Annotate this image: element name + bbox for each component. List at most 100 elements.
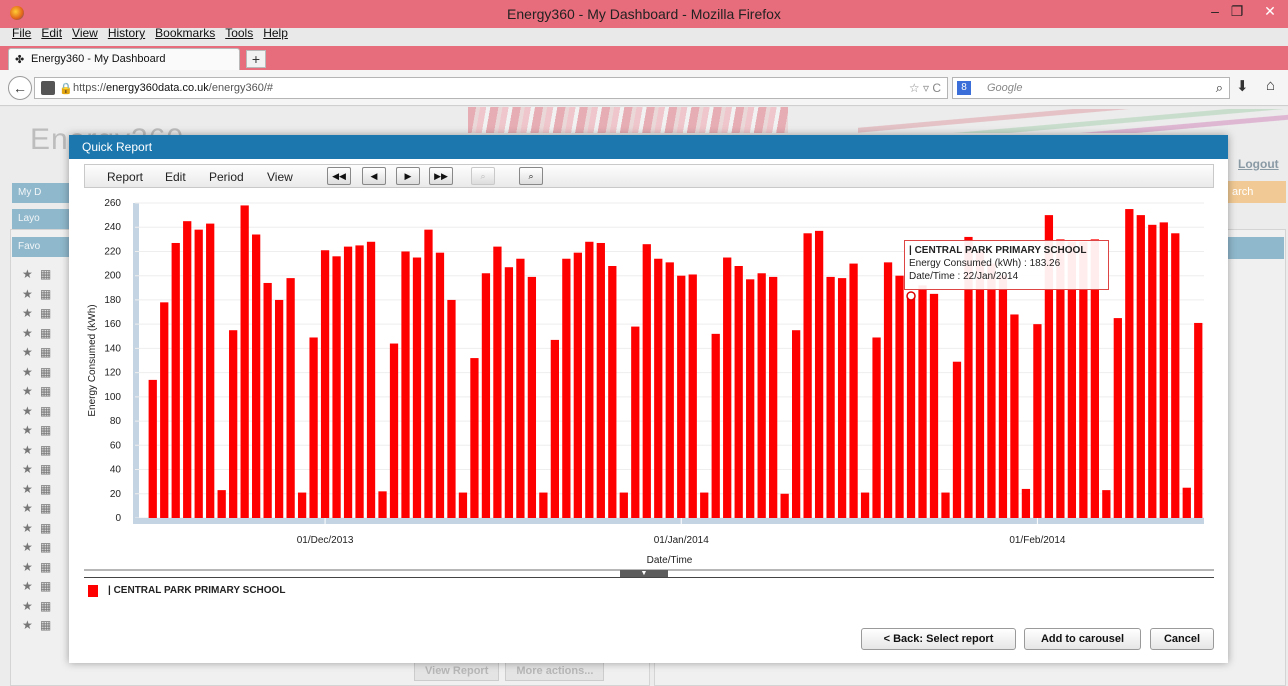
panel-controls[interactable] — [1228, 237, 1284, 259]
list-item[interactable]: ★ ▦ — [22, 618, 72, 638]
menu-report[interactable]: Report — [107, 170, 143, 184]
page-info-icon[interactable] — [41, 81, 55, 95]
bar — [493, 246, 502, 518]
menu-view-report[interactable]: View — [267, 170, 293, 184]
download-icon[interactable]: ⬇ — [1236, 77, 1249, 95]
next-period-icon[interactable]: ▶ — [396, 167, 420, 185]
home-icon[interactable]: ⌂ — [1266, 77, 1275, 94]
bar — [769, 276, 778, 518]
first-period-icon[interactable]: ◀◀ — [327, 167, 351, 185]
window-titlebar: Energy360 - My Dashboard - Mozilla Firef… — [0, 0, 1288, 28]
bar — [619, 492, 628, 518]
bar — [895, 275, 904, 518]
bar — [929, 293, 939, 518]
list-item[interactable]: ★ ▦ — [22, 443, 72, 463]
menu-bookmarks[interactable]: Bookmarks — [155, 26, 215, 40]
bar — [194, 229, 203, 518]
minimize-icon[interactable]: – — [1206, 0, 1224, 22]
menu-tools[interactable]: Tools — [225, 26, 253, 40]
zoom-out-icon[interactable]: ⌕ — [471, 167, 495, 185]
cancel-button[interactable]: Cancel — [1150, 628, 1214, 650]
list-item[interactable]: ★ ▦ — [22, 287, 72, 307]
bar — [1113, 318, 1122, 518]
tab-energy360[interactable]: ✤ Energy360 - My Dashboard — [8, 48, 240, 70]
list-item[interactable]: ★ ▦ — [22, 267, 72, 287]
bar — [1194, 322, 1203, 518]
list-item[interactable]: ★ ▦ — [22, 482, 72, 502]
menu-edit[interactable]: Edit — [41, 26, 62, 40]
window-title: Energy360 - My Dashboard - Mozilla Firef… — [507, 6, 781, 22]
search-button[interactable]: arch — [1228, 181, 1286, 203]
bar — [504, 267, 514, 518]
energy360-favicon-icon: ✤ — [15, 54, 25, 66]
bar — [481, 273, 491, 518]
search-icon[interactable]: ⌕ — [1216, 80, 1223, 96]
y-axis-band — [133, 203, 139, 518]
y-tick-label: 120 — [104, 368, 121, 379]
bar — [654, 258, 663, 518]
list-item[interactable]: ★ ▦ — [22, 501, 72, 521]
bar — [906, 295, 916, 518]
back-select-report-button[interactable]: < Back: Select report — [861, 628, 1016, 650]
bar — [229, 330, 238, 518]
menu-help[interactable]: Help — [263, 26, 288, 40]
previous-period-icon[interactable]: ◀ — [362, 167, 386, 185]
hover-marker — [906, 291, 916, 301]
bar — [941, 492, 950, 518]
list-item[interactable]: ★ ▦ — [22, 423, 72, 443]
list-item[interactable]: ★ ▦ — [22, 521, 72, 541]
url-bar[interactable]: 🔒 https://energy360data.co.uk/energy360/… — [34, 77, 948, 99]
collapse-arrow-icon[interactable]: ▼ — [620, 570, 668, 577]
y-tick-label: 160 — [104, 319, 121, 330]
bar — [562, 258, 571, 518]
bar — [1182, 487, 1191, 518]
list-item[interactable]: ★ ▦ — [22, 345, 72, 365]
close-icon[interactable]: ✕ — [1254, 0, 1286, 22]
menu-period[interactable]: Period — [209, 170, 244, 184]
y-tick-label: 60 — [110, 440, 122, 451]
y-tick-label: 140 — [104, 343, 121, 354]
list-item[interactable]: ★ ▦ — [22, 462, 72, 482]
menu-file[interactable]: File — [12, 26, 31, 40]
list-item[interactable]: ★ ▦ — [22, 384, 72, 404]
more-actions-button[interactable]: More actions... — [505, 661, 605, 681]
my-dashboard-button[interactable]: My D — [12, 183, 72, 203]
layout-button[interactable]: Layo — [12, 209, 72, 229]
restore-icon[interactable]: ❐ — [1228, 0, 1246, 22]
bar — [435, 252, 445, 518]
tooltip-series: | CENTRAL PARK PRIMARY SCHOOL — [909, 245, 1087, 256]
list-item[interactable]: ★ ▦ — [22, 326, 72, 346]
bar — [1171, 233, 1180, 518]
x-tick-label: 01/Feb/2014 — [1009, 535, 1066, 546]
list-item[interactable]: ★ ▦ — [22, 579, 72, 599]
menu-history[interactable]: History — [108, 26, 145, 40]
bar — [516, 258, 525, 518]
search-bar[interactable]: 8 Google ⌕ — [952, 77, 1230, 99]
bar — [734, 266, 743, 518]
bookmark-star-icon[interactable]: ☆ ▿ C — [909, 81, 941, 95]
bar — [424, 229, 433, 518]
bar — [171, 242, 180, 518]
list-item[interactable]: ★ ▦ — [22, 365, 72, 385]
logout-link[interactable]: Logout — [1238, 157, 1279, 171]
bar — [527, 276, 537, 518]
list-item[interactable]: ★ ▦ — [22, 599, 72, 619]
zoom-in-icon[interactable]: ⌕ — [519, 167, 543, 185]
search-placeholder: Google — [987, 82, 1023, 94]
last-period-icon[interactable]: ▶▶ — [429, 167, 453, 185]
menu-view[interactable]: View — [72, 26, 98, 40]
list-item[interactable]: ★ ▦ — [22, 404, 72, 424]
add-to-carousel-button[interactable]: Add to carousel — [1024, 628, 1141, 650]
view-report-button[interactable]: View Report — [414, 661, 500, 681]
bar — [952, 361, 962, 518]
bar — [849, 263, 858, 518]
list-item[interactable]: ★ ▦ — [22, 560, 72, 580]
google-engine-icon[interactable]: 8 — [957, 81, 971, 95]
back-button[interactable]: ← — [8, 76, 32, 100]
new-tab-button[interactable]: + — [246, 50, 266, 68]
y-tick-label: 220 — [104, 246, 121, 257]
bar — [1136, 215, 1145, 518]
list-item[interactable]: ★ ▦ — [22, 540, 72, 560]
menu-edit-report[interactable]: Edit — [165, 170, 186, 184]
list-item[interactable]: ★ ▦ — [22, 306, 72, 326]
